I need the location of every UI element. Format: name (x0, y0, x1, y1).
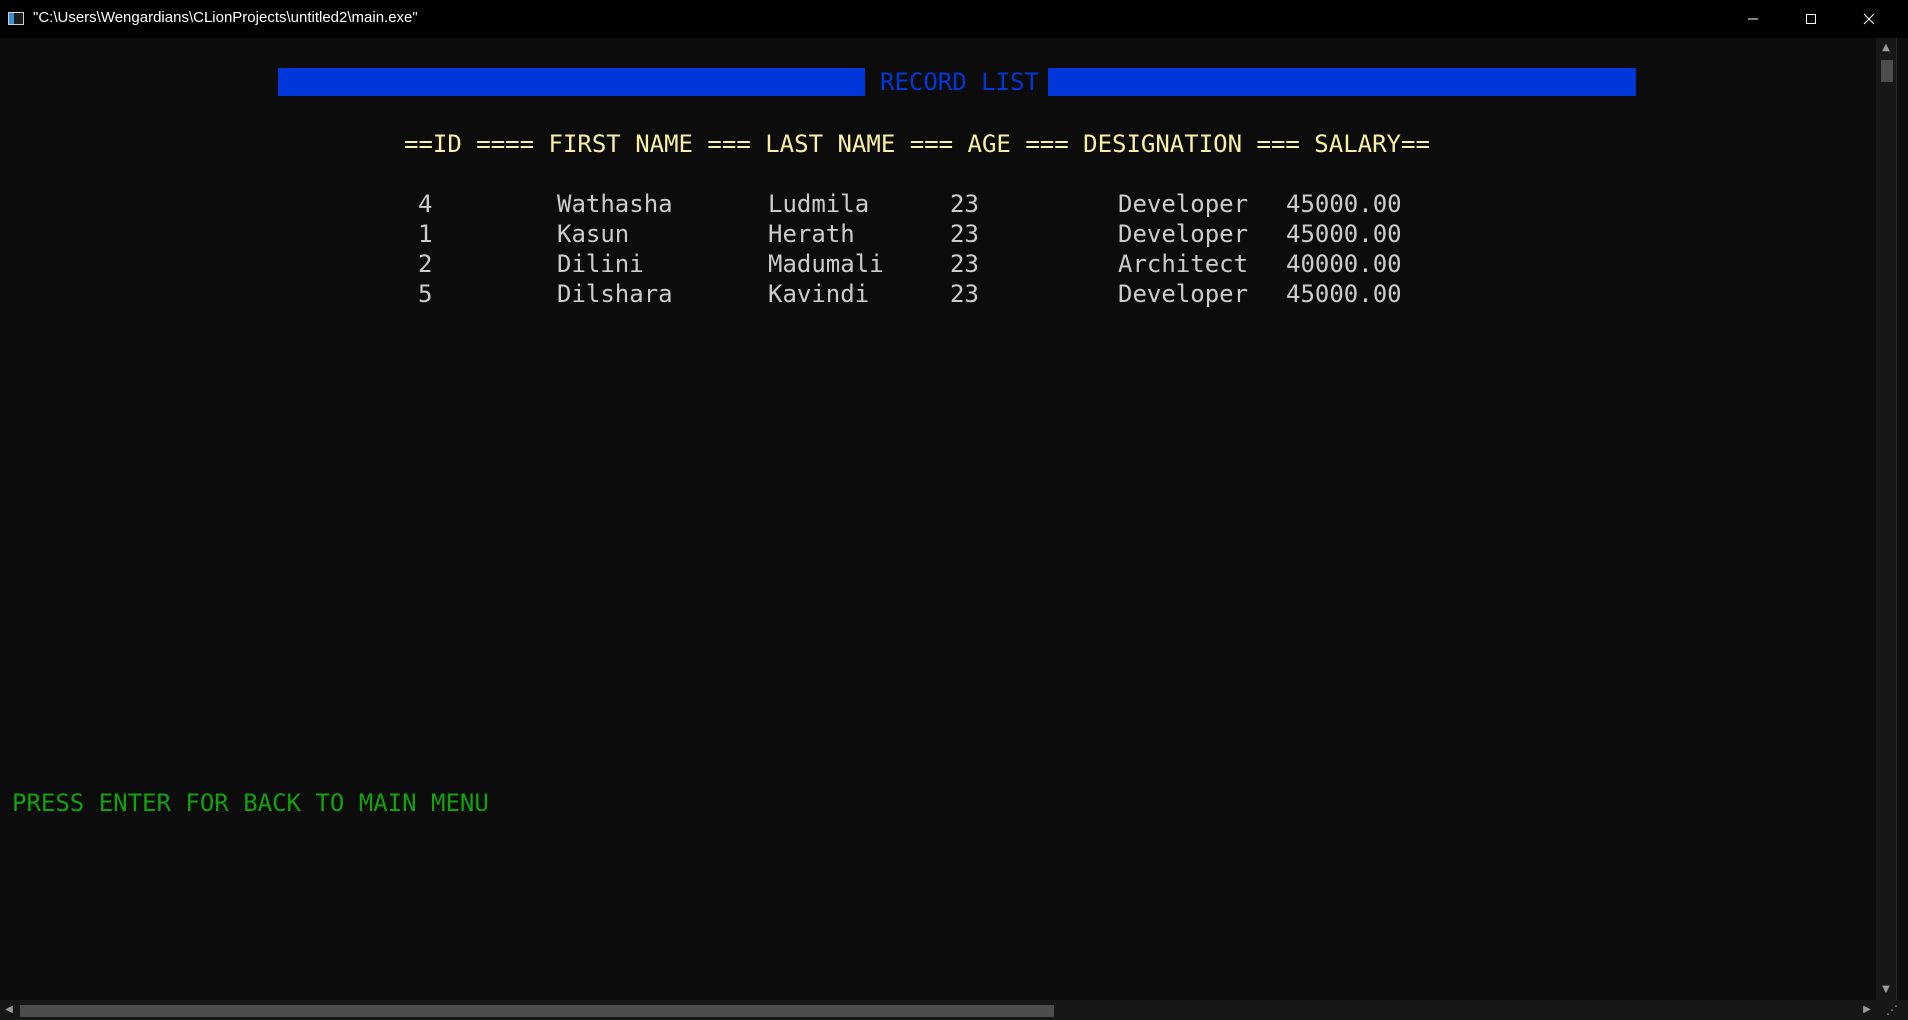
cell-first-name: Kasun (557, 220, 630, 248)
title-bar[interactable]: "C:\Users\Wengardians\CLionProjects\unti… (0, 0, 1908, 38)
cell-age: 23 (950, 280, 979, 308)
cell-designation: Architect (1118, 250, 1249, 278)
cell-id: 5 (418, 280, 433, 308)
maximize-button[interactable] (1782, 0, 1840, 38)
maximize-icon (1806, 14, 1816, 24)
cell-designation: Developer (1118, 220, 1249, 248)
vertical-scroll-thumb[interactable] (1881, 60, 1893, 82)
console-app-icon[interactable] (8, 12, 24, 25)
vertical-scrollbar[interactable]: ▲ ▼ (1876, 38, 1896, 1000)
window-title: "C:\Users\Wengardians\CLionProjects\unti… (33, 9, 418, 26)
banner-bar-left (278, 68, 865, 96)
back-to-menu-prompt: PRESS ENTER FOR BACK TO MAIN MENU (12, 789, 489, 817)
cell-age: 23 (950, 250, 979, 278)
cell-last-name: Ludmila (768, 190, 870, 218)
banner-title: RECORD LIST (880, 68, 1039, 96)
table-row: 1 Kasun Herath 23 Developer 45000.00 (0, 219, 1876, 249)
cell-salary: 45000.00 (1286, 190, 1402, 218)
scroll-down-arrow-icon[interactable]: ▼ (1876, 980, 1896, 1000)
resize-grip-icon[interactable]: ⋰ (1876, 1000, 1908, 1020)
close-button[interactable] (1840, 0, 1898, 38)
cell-designation: Developer (1118, 280, 1249, 308)
cell-id: 4 (418, 190, 433, 218)
cell-first-name: Wathasha (557, 190, 673, 218)
console-output[interactable]: RECORD LIST ==ID ==== FIRST NAME === LAS… (0, 38, 1876, 1000)
cell-age: 23 (950, 190, 979, 218)
table-header: ==ID ==== FIRST NAME === LAST NAME === A… (404, 130, 1430, 158)
cell-salary: 40000.00 (1286, 250, 1402, 278)
minimize-icon (1748, 18, 1758, 20)
cell-first-name: Dilshara (557, 280, 673, 308)
console-window: "C:\Users\Wengardians\CLionProjects\unti… (0, 0, 1908, 1020)
cell-first-name: Dilini (557, 250, 644, 278)
cell-age: 23 (950, 220, 979, 248)
table-row: 5 Dilshara Kavindi 23 Developer 45000.00 (0, 279, 1876, 309)
cell-last-name: Madumali (768, 250, 884, 278)
cell-id: 2 (418, 250, 433, 278)
horizontal-scrollbar[interactable]: ◀ ▶ (0, 1000, 1876, 1020)
horizontal-scroll-thumb[interactable] (20, 1005, 1054, 1017)
cell-designation: Developer (1118, 190, 1249, 218)
cell-last-name: Kavindi (768, 280, 870, 308)
minimize-button[interactable] (1724, 0, 1782, 38)
banner-bar-right (1048, 68, 1636, 96)
table-row: 2 Dilini Madumali 23 Architect 40000.00 (0, 249, 1876, 279)
scroll-up-arrow-icon[interactable]: ▲ (1876, 38, 1896, 58)
scroll-left-arrow-icon[interactable]: ◀ (0, 1000, 18, 1020)
scroll-right-arrow-icon[interactable]: ▶ (1858, 1000, 1876, 1020)
cell-last-name: Herath (768, 220, 855, 248)
cell-salary: 45000.00 (1286, 220, 1402, 248)
cell-id: 1 (418, 220, 433, 248)
cell-salary: 45000.00 (1286, 280, 1402, 308)
window-edge (1896, 38, 1908, 1020)
close-icon (1863, 13, 1875, 25)
table-row: 4 Wathasha Ludmila 23 Developer 45000.00 (0, 189, 1876, 219)
